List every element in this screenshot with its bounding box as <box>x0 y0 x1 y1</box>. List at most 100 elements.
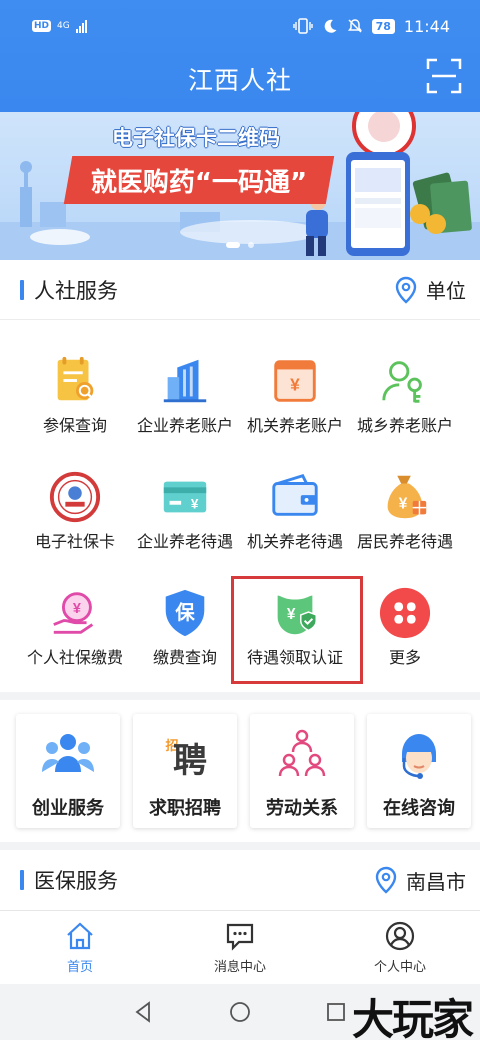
scan-icon[interactable] <box>426 58 462 94</box>
tile-label: 创业服务 <box>32 798 104 819</box>
promo-banner[interactable]: 电子社保卡二维码 就医购药“一码通” <box>0 112 480 260</box>
clock: 11:44 <box>403 16 450 36</box>
service-label: 缴费查询 <box>152 648 217 667</box>
watermark-text: 大玩家 <box>351 995 474 1040</box>
banner-headline: 电子社保卡二维码 <box>112 126 280 150</box>
service-item-government-pension-benefit[interactable]: 机关养老待遇 <box>240 436 350 552</box>
government-pension-benefit-icon <box>272 474 318 516</box>
service-item-enterprise-pension-account[interactable]: 企业养老账户 <box>130 320 240 436</box>
services-location-selector[interactable]: 单位 <box>394 275 466 304</box>
service-item-insurance-query[interactable]: 参保查询 <box>20 320 130 436</box>
banner-slogan-text: 就医购药“一码通” <box>90 167 308 198</box>
banner-slogan: 就医购药“一码通” <box>63 156 335 204</box>
svg-text:¥: ¥ <box>399 496 408 513</box>
svg-text:¥: ¥ <box>73 601 81 617</box>
battery-indicator: 78 <box>371 18 395 34</box>
quick-tiles: 创业服务 招 聘 求职招聘 劳动关系 在线咨询 <box>0 700 480 842</box>
title-accent-bar <box>20 870 24 890</box>
services-section: 人社服务 单位 参保查询 企业养老账户 ¥ 机关养老账户 城乡养老账户 电子社保… <box>0 260 480 692</box>
services-header: 人社服务 单位 <box>0 260 480 320</box>
location-pin-icon <box>395 276 417 304</box>
message-bubble-icon <box>226 923 254 951</box>
recents-square-icon[interactable] <box>324 1000 348 1024</box>
title-accent-bar <box>20 279 24 300</box>
medical-location-selector[interactable]: 南昌市 <box>374 866 466 895</box>
status-bar: HD 4G 78 11:44 <box>0 0 480 52</box>
svg-text:¥: ¥ <box>290 375 300 395</box>
tile-entrepreneurship[interactable]: 创业服务 <box>16 714 120 828</box>
social-security-card-icon <box>49 471 101 523</box>
svg-text:¥: ¥ <box>191 497 199 512</box>
back-triangle-icon[interactable] <box>132 1000 156 1024</box>
network-label: 4G <box>57 20 70 31</box>
status-right: 78 11:44 <box>292 16 450 36</box>
svg-text:保: 保 <box>174 601 195 624</box>
nav-messages[interactable]: 消息中心 <box>180 920 300 975</box>
service-item-enterprise-pension-benefit[interactable]: ¥ 企业养老待遇 <box>130 436 240 552</box>
service-label: 个人社保缴费 <box>26 648 123 667</box>
banner-dot-active <box>226 242 240 248</box>
service-label: 居民养老待遇 <box>356 532 453 551</box>
service-label: 企业养老待遇 <box>136 532 233 551</box>
recruitment-icon: 招 聘 <box>165 738 207 781</box>
home-circle-icon[interactable] <box>228 1000 252 1024</box>
mute-bell-icon <box>347 19 362 33</box>
medical-title: 医保服务 <box>20 865 118 895</box>
nav-profile-label: 个人中心 <box>373 960 426 975</box>
service-label: 机关养老待遇 <box>246 532 343 551</box>
tile-labor-relations[interactable]: 劳动关系 <box>250 714 354 828</box>
nav-profile[interactable]: 个人中心 <box>340 920 460 975</box>
service-label: 更多 <box>388 648 421 667</box>
vibrate-icon <box>292 18 313 34</box>
nav-home-label: 首页 <box>66 960 93 975</box>
nav-messages-label: 消息中心 <box>213 960 266 975</box>
service-label: 电子社保卡 <box>34 532 115 551</box>
government-pension-account-icon: ¥ <box>274 360 316 402</box>
resident-pension-benefit-icon: ¥ <box>387 475 427 519</box>
service-item-personal-payment[interactable]: ¥ 个人社保缴费 <box>20 552 130 668</box>
service-item-payment-query[interactable]: 保 缴费查询 <box>130 552 240 668</box>
highlight-box <box>231 576 363 684</box>
nav-home[interactable]: 首页 <box>20 920 140 975</box>
service-item-social-security-card[interactable]: 电子社保卡 <box>20 436 130 552</box>
payment-query-icon: 保 <box>165 589 205 637</box>
medical-section: 医保服务 南昌市 <box>0 850 480 910</box>
services-title-text: 人社服务 <box>34 278 118 303</box>
signal-icon <box>75 19 87 33</box>
service-item-more[interactable]: 更多 <box>350 552 460 668</box>
service-label: 参保查询 <box>42 416 107 435</box>
entrepreneurship-icon <box>42 734 94 772</box>
tile-label: 劳动关系 <box>266 798 338 819</box>
banner-pagination <box>226 242 254 248</box>
tile-recruitment[interactable]: 招 聘 求职招聘 <box>133 714 237 828</box>
location-pin-icon <box>375 866 397 894</box>
hd-badge: HD <box>32 20 52 32</box>
service-label: 机关养老账户 <box>246 416 343 435</box>
services-title: 人社服务 <box>20 275 118 305</box>
tile-label: 求职招聘 <box>149 798 221 819</box>
title-row: 江西人社 <box>0 52 480 112</box>
enterprise-pension-account-icon <box>163 359 207 403</box>
insurance-query-icon <box>57 356 95 401</box>
app-header: HD 4G 78 11:44 江西人社 <box>0 0 480 112</box>
page-title: 江西人社 <box>187 66 292 95</box>
medical-title-text: 医保服务 <box>34 869 118 893</box>
tile-label: 在线咨询 <box>383 798 455 819</box>
service-item-resident-pension-benefit[interactable]: ¥ 居民养老待遇 <box>350 436 460 552</box>
service-item-government-pension-account[interactable]: ¥ 机关养老账户 <box>240 320 350 436</box>
personal-payment-icon: ¥ <box>53 592 94 634</box>
more-icon <box>379 587 431 639</box>
bottom-nav: 首页 消息中心 个人中心 <box>0 910 480 984</box>
enterprise-pension-benefit-icon: ¥ <box>163 481 207 513</box>
services-location-text: 单位 <box>426 279 466 303</box>
labor-relations-icon <box>278 729 326 777</box>
status-left: HD 4G <box>32 19 87 33</box>
do-not-disturb-moon-icon <box>324 19 337 33</box>
service-label: 城乡养老账户 <box>356 416 453 435</box>
online-consult-icon <box>402 734 436 779</box>
service-item-urban-rural-pension-account[interactable]: 城乡养老账户 <box>350 320 460 436</box>
user-profile-icon <box>385 921 415 951</box>
service-label: 企业养老账户 <box>136 416 233 435</box>
svg-text:聘: 聘 <box>173 741 207 781</box>
tile-online-consult[interactable]: 在线咨询 <box>367 714 471 828</box>
